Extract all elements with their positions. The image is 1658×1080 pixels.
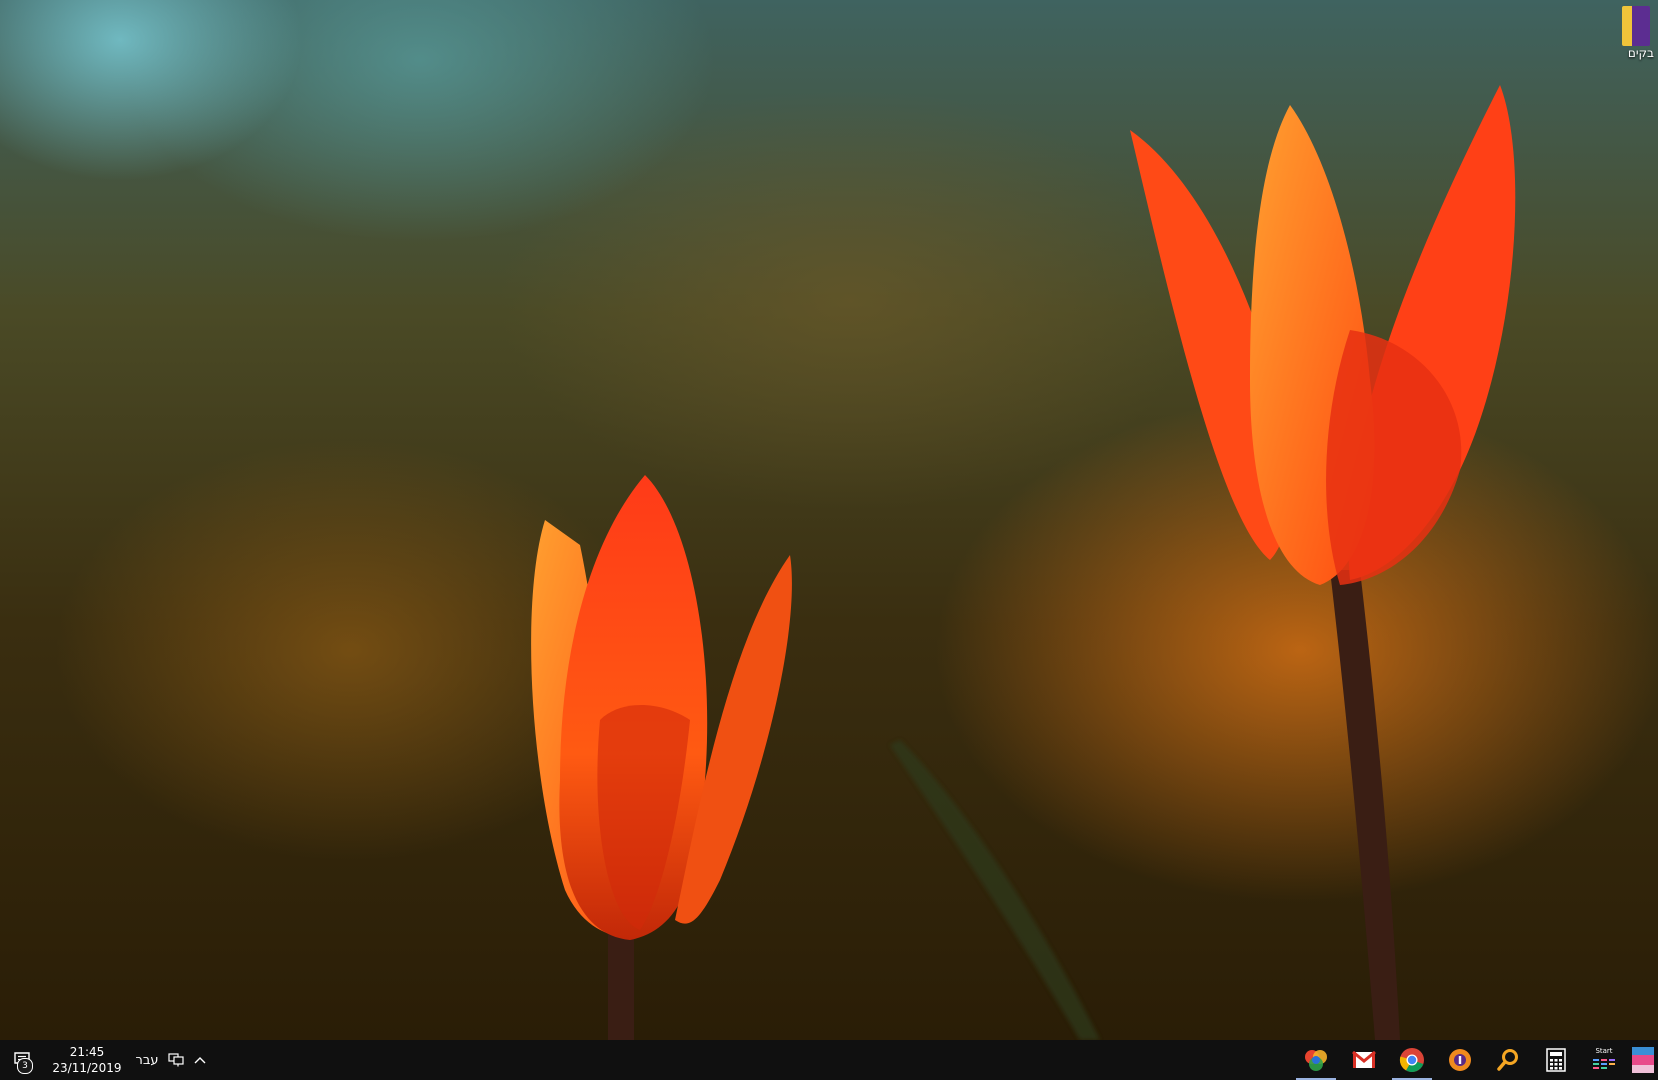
taskbar: 3 21:45 23/11/2019 עבר Start <box>0 1040 1658 1080</box>
clock-time: 21:45 <box>69 1045 105 1059</box>
multicolor-circles-icon <box>1305 1050 1327 1071</box>
clock-date: 23/11/2019 <box>52 1061 122 1075</box>
show-hidden-icons-button[interactable] <box>188 1040 212 1080</box>
taskbar-app-search[interactable] <box>1484 1040 1532 1080</box>
tulip-left <box>531 475 792 940</box>
taskbar-app-start-menu[interactable]: Start <box>1580 1040 1628 1080</box>
gmail-icon <box>1352 1051 1376 1068</box>
network-icon <box>168 1053 184 1067</box>
network-button[interactable] <box>164 1040 188 1080</box>
taskbar-app-calculator[interactable] <box>1532 1040 1580 1080</box>
taskbar-app-avast-browser[interactable] <box>1436 1040 1484 1080</box>
chevron-up-icon <box>194 1057 206 1064</box>
chrome-icon <box>1399 1048 1424 1072</box>
clock[interactable]: 21:45 23/11/2019 <box>44 1044 130 1076</box>
language-indicator[interactable]: עבר <box>130 1053 164 1068</box>
folder-app-icon <box>1622 6 1650 46</box>
taskbar-app-chrome[interactable] <box>1388 1040 1436 1080</box>
desktop-shortcut[interactable]: בקים <box>1588 6 1658 60</box>
notification-count-badge: 3 <box>17 1058 33 1074</box>
action-center-button[interactable]: 3 <box>0 1040 44 1080</box>
tulip-wallpaper-image <box>531 85 1516 1040</box>
calculator-icon <box>1546 1048 1566 1072</box>
start-app-icon: Start <box>1593 1047 1615 1074</box>
start-app-tiles-icon <box>1593 1058 1615 1069</box>
tulip-right <box>1130 85 1516 585</box>
desktop-wallpaper: בקים <box>0 0 1658 1040</box>
taskbar-app-gmail[interactable] <box>1340 1040 1388 1080</box>
taskbar-app-photos[interactable] <box>1628 1040 1658 1080</box>
photo-app-icon <box>1632 1047 1654 1073</box>
desktop-shortcut-label: בקים <box>1627 46 1654 60</box>
avast-browser-icon <box>1449 1049 1471 1071</box>
taskbar-app-multicolor-circles[interactable] <box>1292 1040 1340 1080</box>
start-app-label: Start <box>1595 1046 1613 1055</box>
search-icon <box>1497 1049 1518 1071</box>
